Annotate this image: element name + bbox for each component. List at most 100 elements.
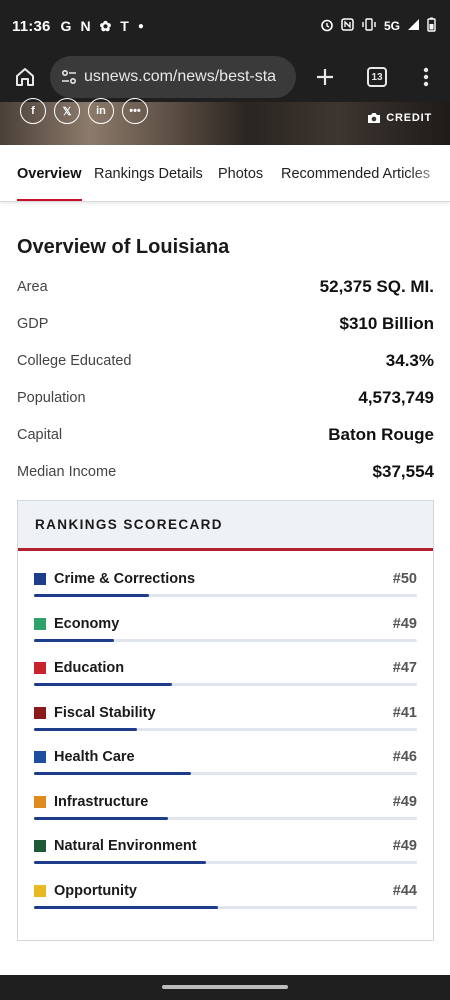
category-swatch (34, 573, 46, 585)
category-swatch (34, 795, 46, 808)
tab-recommended-articles[interactable]: Recommended Articles (281, 145, 430, 201)
t-mobile-icon: T (120, 18, 129, 34)
category-name: Economy (54, 615, 120, 632)
fact-row: Population 4,573,749 (17, 379, 434, 416)
more-share-icon[interactable]: ••• (122, 98, 148, 124)
rank-bar-fill (34, 861, 207, 864)
rank-bar-track (34, 905, 417, 909)
home-button[interactable] (0, 52, 50, 102)
category-swatch (34, 662, 46, 674)
more-vert-icon (423, 67, 429, 87)
category-rank: #41 (392, 704, 417, 721)
status-bar: 11:36 G N ✿ T ● 5G (0, 0, 450, 52)
rank-bar-fill (34, 727, 138, 731)
fact-row: Median Income $37,554 (17, 453, 434, 490)
tab-overview[interactable]: Overview (17, 145, 82, 201)
nfc-icon (341, 18, 354, 34)
category-rank: #47 (392, 660, 417, 676)
fact-row: College Educated 34.3% (17, 342, 434, 379)
browser-toolbar: usnews.com/news/best-sta 13 (0, 52, 450, 102)
fact-value: 34.3% (385, 350, 434, 370)
fact-row: Area 52,375 SQ. MI. (17, 268, 434, 305)
new-tab-button[interactable] (298, 52, 352, 102)
fact-label: College Educated (17, 352, 132, 369)
scorecard-item[interactable]: Natural Environment #49 (34, 834, 417, 879)
category-name: Infrastructure (54, 793, 149, 810)
home-gesture-handle[interactable] (162, 985, 288, 989)
rank-bar-track (34, 683, 417, 686)
fact-value: 52,375 SQ. MI. (319, 276, 434, 296)
section-tabs: Overview Rankings Details Photos Recomme… (0, 145, 450, 202)
category-name: Natural Environment (54, 838, 197, 854)
overview-title: Overview of Louisiana (17, 236, 230, 258)
rank-bar-fill (34, 683, 172, 686)
scorecard-item[interactable]: Health Care #46 (34, 745, 417, 790)
category-rank: #49 (392, 793, 417, 810)
fact-row: GDP $310 Billion (17, 305, 434, 342)
scorecard-item[interactable]: Education #47 (34, 656, 417, 701)
site-settings-icon[interactable] (60, 68, 78, 86)
category-swatch (34, 706, 46, 719)
category-swatch (34, 751, 46, 763)
category-rank: #49 (392, 615, 417, 632)
category-name: Opportunity (54, 882, 137, 899)
n-icon: N (80, 18, 91, 34)
status-time: 11:36 (12, 17, 51, 35)
category-rank: #46 (392, 749, 417, 765)
category-rank: #49 (392, 838, 417, 854)
rank-bar-fill (34, 905, 218, 909)
g-icon: G (60, 18, 72, 34)
scorecard-title: RANKINGS SCORECARD (18, 501, 433, 551)
facebook-icon[interactable]: f (20, 98, 46, 124)
x-twitter-icon[interactable]: 𝕏 (54, 98, 80, 124)
scorecard-item[interactable]: Fiscal Stability #41 (34, 701, 417, 746)
alarm-icon (320, 18, 334, 35)
pinwheel-icon: ✿ (99, 17, 112, 34)
rank-bar-track (34, 727, 417, 731)
category-rank: #50 (392, 571, 417, 587)
scorecard-item[interactable]: Opportunity #44 (34, 879, 417, 924)
address-bar[interactable]: usnews.com/news/best-sta (50, 56, 296, 98)
system-icons: 5G (320, 17, 436, 35)
fact-label: GDP (17, 315, 49, 332)
dot-icon: ● (137, 20, 144, 32)
tab-rankings-details[interactable]: Rankings Details (94, 145, 203, 201)
rank-bar-fill (34, 638, 115, 642)
tab-photos[interactable]: Photos (218, 145, 263, 201)
linkedin-icon[interactable]: in (88, 98, 114, 124)
rank-bar-fill (34, 772, 192, 775)
tabs-fade (410, 145, 450, 201)
url-text: usnews.com/news/best-sta (84, 68, 277, 85)
overview-facts: Area 52,375 SQ. MI. GDP $310 Billion Col… (17, 268, 434, 490)
category-name: Fiscal Stability (54, 704, 156, 721)
rank-bar-track (34, 594, 417, 597)
network-label: 5G (383, 19, 400, 33)
fact-value: $37,554 (372, 461, 434, 481)
photo-credit-button[interactable]: CREDIT (367, 112, 432, 124)
category-swatch (34, 884, 46, 897)
notification-icons: G N ✿ T ● (61, 18, 144, 35)
share-buttons: f 𝕏 in ••• (20, 98, 148, 124)
fact-label: Median Income (17, 463, 117, 480)
home-icon (16, 68, 34, 86)
tab-switcher-button[interactable]: 13 (352, 52, 402, 102)
menu-button[interactable] (402, 52, 450, 102)
scorecard-item[interactable]: Infrastructure #49 (34, 790, 417, 835)
category-rank: #44 (392, 882, 417, 899)
scorecard-item[interactable]: Crime & Corrections #50 (34, 567, 417, 612)
screen: 11:36 G N ✿ T ● 5G usnews.com/news/best-… (0, 0, 450, 1000)
fact-value: Baton Rouge (328, 424, 434, 444)
credit-label: CREDIT (386, 112, 432, 124)
rank-bar-fill (34, 594, 149, 597)
hero-image: f 𝕏 in ••• CREDIT (0, 98, 450, 145)
scorecard-item[interactable]: Economy #49 (34, 612, 417, 657)
fact-label: Capital (17, 426, 63, 443)
rank-bar-fill (34, 816, 169, 820)
rank-bar-track (34, 772, 417, 775)
category-swatch (34, 617, 46, 630)
battery-icon (427, 17, 436, 35)
category-name: Education (54, 660, 125, 676)
fact-value: $310 Billion (339, 313, 434, 333)
camera-icon (368, 113, 381, 123)
gesture-nav-bar (0, 975, 450, 1000)
